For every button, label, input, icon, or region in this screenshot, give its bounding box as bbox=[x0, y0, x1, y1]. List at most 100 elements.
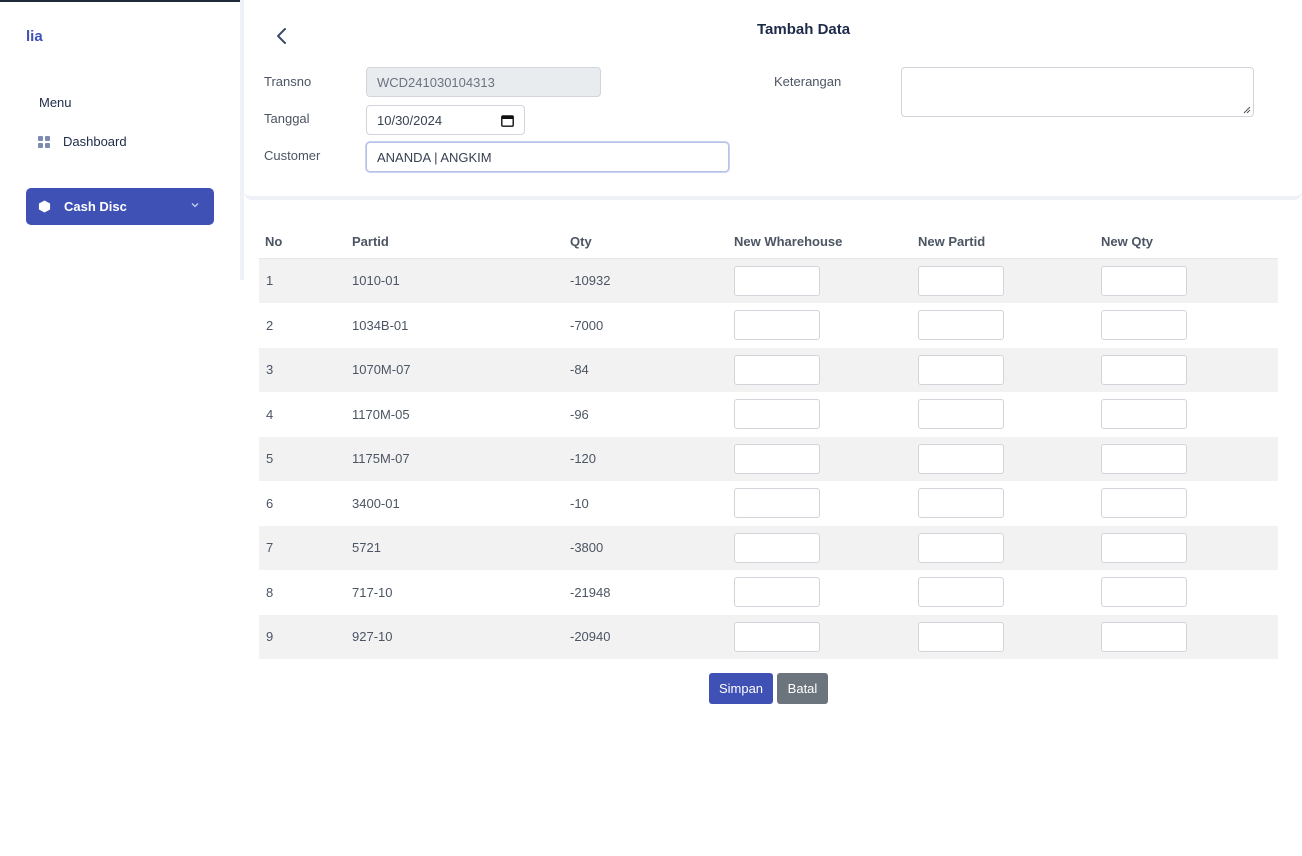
new-partid-input[interactable] bbox=[918, 532, 1004, 563]
new-warehouse-input-cell bbox=[734, 354, 918, 385]
new-qty-input[interactable] bbox=[1101, 621, 1187, 652]
col-no: No bbox=[265, 233, 283, 249]
new-warehouse-input[interactable] bbox=[734, 443, 820, 474]
new-partid-input-cell bbox=[918, 265, 1101, 296]
row-no: 5 bbox=[266, 451, 274, 467]
table-row: 6 3400-01 -10 bbox=[259, 481, 1278, 526]
customer-field[interactable]: ANANDA | ANGKIM bbox=[366, 142, 729, 172]
row-no: 1 bbox=[266, 273, 274, 289]
new-qty-input[interactable] bbox=[1101, 310, 1187, 341]
transno-label: Transno bbox=[264, 74, 312, 89]
col-qty: Qty bbox=[570, 233, 592, 249]
page-title: Tambah Data bbox=[757, 21, 851, 38]
resize-grip-icon[interactable] bbox=[1243, 106, 1251, 114]
new-qty-input-cell bbox=[1101, 532, 1278, 563]
new-warehouse-input-cell bbox=[734, 488, 918, 519]
new-qty-input-cell bbox=[1101, 265, 1278, 296]
new-partid-input[interactable] bbox=[918, 577, 1004, 608]
new-warehouse-input[interactable] bbox=[734, 265, 820, 296]
keterangan-textarea[interactable] bbox=[901, 67, 1254, 117]
save-button[interactable]: Simpan bbox=[709, 673, 773, 704]
new-warehouse-input-cell bbox=[734, 577, 918, 608]
new-qty-input[interactable] bbox=[1101, 399, 1187, 430]
new-partid-input[interactable] bbox=[918, 310, 1004, 341]
new-qty-input-cell bbox=[1101, 488, 1278, 519]
hexagon-icon bbox=[38, 200, 51, 213]
new-warehouse-input[interactable] bbox=[734, 621, 820, 652]
sidebar-item-label: Dashboard bbox=[63, 134, 127, 149]
new-partid-input-cell bbox=[918, 399, 1101, 430]
new-partid-input-cell bbox=[918, 488, 1101, 519]
row-no: 4 bbox=[266, 406, 274, 422]
new-partid-input[interactable] bbox=[918, 443, 1004, 474]
sidebar-item-dashboard[interactable]: Dashboard bbox=[38, 134, 127, 149]
row-no: 9 bbox=[266, 629, 274, 645]
new-partid-input[interactable] bbox=[918, 621, 1004, 652]
back-arrow-icon[interactable] bbox=[272, 26, 292, 46]
detail-table: No Partid Qty New Wharehouse New Partid … bbox=[259, 224, 1278, 660]
new-warehouse-input[interactable] bbox=[734, 399, 820, 430]
new-warehouse-input[interactable] bbox=[734, 310, 820, 341]
new-qty-input-cell bbox=[1101, 354, 1278, 385]
new-qty-input[interactable] bbox=[1101, 577, 1187, 608]
calendar-icon[interactable] bbox=[501, 114, 514, 127]
new-qty-input-cell bbox=[1101, 621, 1278, 652]
table-body: 1 1010-01 -10932 2 1034B-01 -7000 3 1070M-07 -84… bbox=[259, 259, 1278, 660]
row-qty: -3800 bbox=[570, 540, 604, 556]
new-warehouse-input[interactable] bbox=[734, 354, 820, 385]
chevron-down-icon bbox=[191, 203, 199, 208]
cancel-button[interactable]: Batal bbox=[777, 673, 828, 704]
tanggal-date-field[interactable]: 10/30/2024 bbox=[366, 105, 525, 135]
row-partid: 1170M-05 bbox=[352, 406, 410, 422]
new-partid-input[interactable] bbox=[918, 265, 1004, 296]
transno-field[interactable]: WCD241030104313 bbox=[366, 67, 601, 97]
row-partid: 1175M-07 bbox=[352, 451, 410, 467]
new-partid-input-cell bbox=[918, 354, 1101, 385]
new-warehouse-input[interactable] bbox=[734, 488, 820, 519]
menu-section-label: Menu bbox=[39, 95, 72, 110]
col-new-partid: New Partid bbox=[918, 233, 986, 249]
new-partid-input[interactable] bbox=[918, 399, 1004, 430]
row-no: 2 bbox=[266, 317, 274, 333]
new-partid-input[interactable] bbox=[918, 354, 1004, 385]
new-qty-input[interactable] bbox=[1101, 488, 1187, 519]
new-warehouse-input-cell bbox=[734, 310, 918, 341]
grid-icon bbox=[38, 135, 50, 148]
table-row: 1 1010-01 -10932 bbox=[259, 259, 1278, 304]
row-no: 7 bbox=[266, 540, 274, 556]
new-warehouse-input-cell bbox=[734, 265, 918, 296]
row-qty: -10 bbox=[570, 495, 589, 511]
row-no: 8 bbox=[266, 584, 274, 600]
new-partid-input[interactable] bbox=[918, 488, 1004, 519]
col-partid: Partid bbox=[352, 233, 389, 249]
new-partid-input-cell bbox=[918, 532, 1101, 563]
row-partid: 1070M-07 bbox=[352, 362, 411, 378]
new-partid-input-cell bbox=[918, 577, 1101, 608]
row-qty: -10932 bbox=[570, 273, 611, 289]
new-partid-input-cell bbox=[918, 443, 1101, 474]
row-qty: -120 bbox=[570, 451, 597, 467]
row-qty: -84 bbox=[570, 362, 589, 378]
new-warehouse-input-cell bbox=[734, 399, 918, 430]
new-qty-input[interactable] bbox=[1101, 265, 1187, 296]
col-new-qty: New Qty bbox=[1101, 233, 1154, 249]
new-qty-input[interactable] bbox=[1101, 354, 1187, 385]
sidebar-item-cash-disc[interactable]: Cash Disc bbox=[26, 188, 214, 225]
row-no: 3 bbox=[266, 362, 274, 378]
new-qty-input-cell bbox=[1101, 310, 1278, 341]
row-partid: 5721 bbox=[352, 540, 381, 556]
new-warehouse-input[interactable] bbox=[734, 532, 820, 563]
table-row: 9 927-10 -20940 bbox=[259, 615, 1278, 660]
row-partid: 1034B-01 bbox=[352, 317, 409, 333]
new-qty-input[interactable] bbox=[1101, 532, 1187, 563]
row-partid: 3400-01 bbox=[352, 495, 400, 511]
tanggal-value: 10/30/2024 bbox=[377, 112, 443, 128]
new-qty-input[interactable] bbox=[1101, 443, 1187, 474]
table-row: 3 1070M-07 -84 bbox=[259, 348, 1278, 393]
table-row: 2 1034B-01 -7000 bbox=[259, 303, 1278, 348]
brand-logo[interactable]: lia bbox=[26, 28, 43, 45]
new-warehouse-input-cell bbox=[734, 532, 918, 563]
customer-label: Customer bbox=[264, 148, 321, 163]
new-warehouse-input[interactable] bbox=[734, 577, 820, 608]
row-partid: 717-10 bbox=[352, 584, 393, 600]
